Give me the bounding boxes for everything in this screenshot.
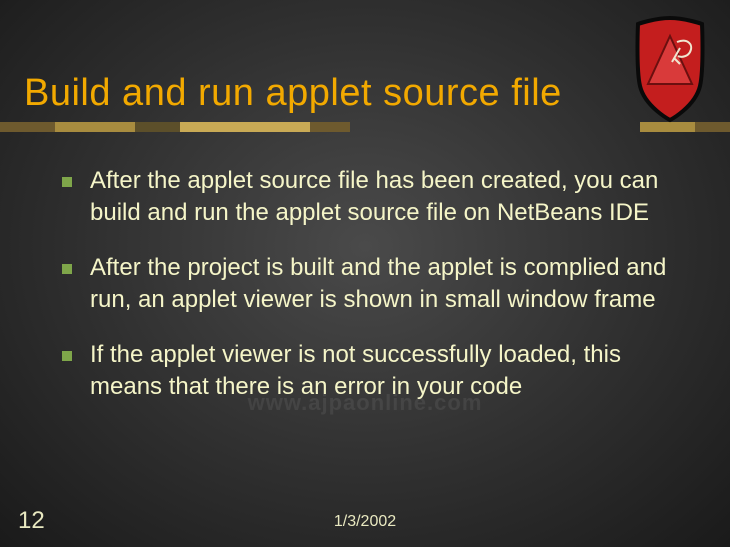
shield-logo-icon: [630, 14, 710, 124]
bullet-list: After the applet source file has been cr…: [62, 165, 682, 425]
list-item: If the applet viewer is not successfully…: [62, 339, 682, 404]
list-item: After the applet source file has been cr…: [62, 165, 682, 230]
title-accent-bar: [0, 122, 730, 132]
list-item: After the project is built and the apple…: [62, 252, 682, 317]
slide-date: 1/3/2002: [334, 513, 396, 531]
slide-title: Build and run applet source file: [24, 72, 562, 115]
page-number: 12: [18, 507, 45, 535]
